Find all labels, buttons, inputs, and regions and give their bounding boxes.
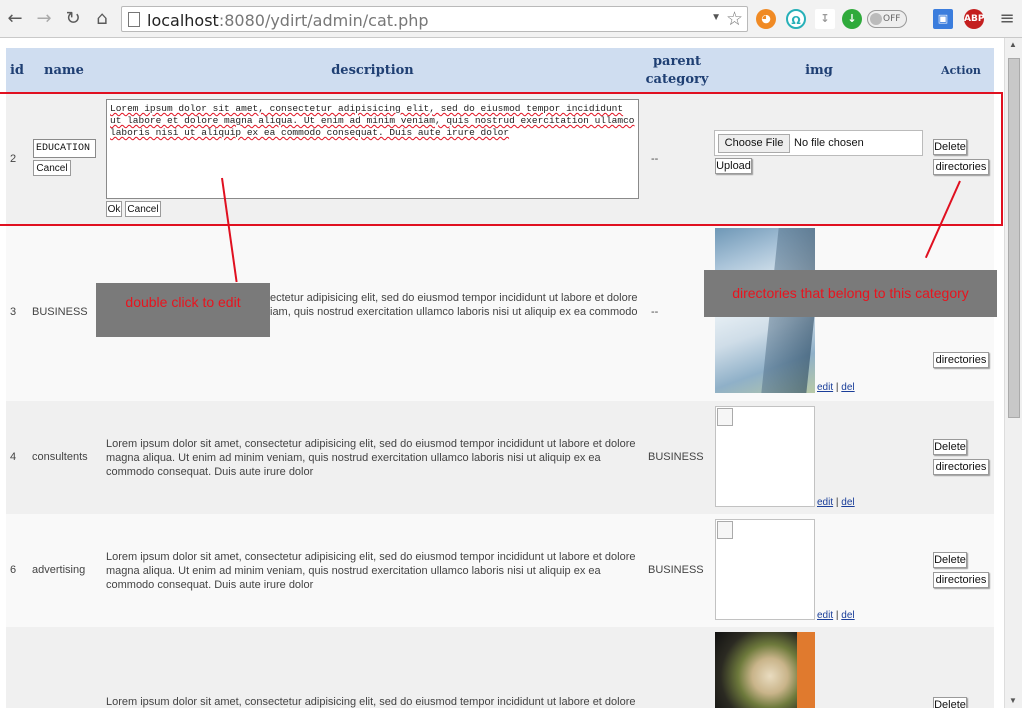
reload-icon[interactable]: ↻ (62, 8, 84, 30)
broken-image (715, 519, 815, 620)
directories-button[interactable]: directories (933, 572, 989, 588)
image-edit-links: edit | del (817, 382, 855, 393)
table-row: Lorem ipsum dolor sit amet, consectetur … (6, 627, 994, 708)
url-dropdown-icon[interactable]: ▼ (711, 12, 721, 23)
image-del-link[interactable]: del (841, 497, 854, 508)
table-header: id name description parent category img … (6, 48, 994, 93)
image-del-link[interactable]: del (841, 382, 854, 393)
home-icon[interactable]: ⌂ (91, 8, 113, 30)
image-edit-links: edit | del (817, 497, 855, 508)
row-name: BUSINESS (32, 306, 88, 318)
extension-pacman-icon[interactable]: ◕ (756, 9, 776, 29)
editing-row-highlight (0, 92, 1003, 226)
image-edit-links: edit | del (817, 610, 855, 621)
row-id: 3 (10, 306, 17, 318)
row-parent: -- (651, 306, 659, 318)
row-name: advertising (32, 564, 86, 576)
directories-button[interactable]: directories (933, 352, 989, 368)
row-parent: BUSINESS (648, 451, 704, 463)
row-parent: BUSINESS (648, 564, 704, 576)
delete-button[interactable]: Delete (933, 552, 967, 568)
address-bar[interactable]: localhost:8080/ydirt/admin/cat.php ▼ ☆ (121, 6, 748, 32)
category-image (715, 632, 815, 708)
header-parent-line2: category (645, 72, 709, 87)
row-description-line1: ectetur adipisicing elit, sed do eiusmod… (270, 292, 638, 304)
row-id: 6 (10, 564, 17, 576)
link-separator: | (835, 382, 839, 393)
page-icon (128, 12, 140, 27)
row-id: 4 (10, 451, 17, 463)
headphones-icon[interactable]: Ω (786, 9, 806, 29)
header-action: Action (941, 64, 981, 77)
directories-button[interactable]: directories (933, 459, 989, 475)
table-row: 6 advertising Lorem ipsum dolor sit amet… (6, 514, 994, 627)
link-separator: | (835, 610, 839, 621)
page-content: id name description parent category img … (0, 38, 1022, 708)
window-icon[interactable]: ▣ (933, 9, 953, 29)
table-row: 4 consultents Lorem ipsum dolor sit amet… (6, 401, 994, 514)
delete-button[interactable]: Delete (933, 439, 967, 455)
bookmark-star-icon[interactable]: ☆ (726, 8, 743, 30)
broken-image (715, 406, 815, 507)
row-description: Lorem ipsum dolor sit amet, consectetur … (106, 438, 636, 478)
header-img: img (805, 63, 833, 78)
download-icon[interactable]: ↧ (815, 9, 835, 29)
image-edit-link[interactable]: edit (817, 382, 833, 393)
back-icon[interactable]: ← (4, 8, 26, 30)
scrollbar-thumb[interactable] (1008, 58, 1020, 418)
header-name: name (44, 63, 84, 78)
menu-icon[interactable]: ≡ (996, 8, 1018, 30)
header-description: description (331, 63, 414, 78)
url-text: localhost:8080/ydirt/admin/cat.php (147, 11, 429, 30)
link-separator: | (835, 497, 839, 508)
browser-toolbar: ← → ↻ ⌂ localhost:8080/ydirt/admin/cat.p… (0, 0, 1022, 38)
scroll-down-icon[interactable]: ▼ (1009, 696, 1017, 705)
vertical-scrollbar[interactable]: ▲ ▼ (1004, 38, 1022, 708)
power-icon[interactable]: ↓ (842, 9, 862, 29)
row-description-line2: iam, quis nostrud exercitation ullamco l… (270, 306, 638, 318)
adblock-icon[interactable]: ABP (964, 9, 984, 29)
directories-callout: directories that belong to this category (704, 270, 997, 317)
header-parent-line1: parent (652, 54, 702, 69)
header-id: id (9, 63, 25, 78)
delete-button[interactable]: Delete (933, 697, 967, 708)
row-name: consultents (32, 451, 88, 463)
image-edit-link[interactable]: edit (817, 497, 833, 508)
row-description: Lorem ipsum dolor sit amet, consectetur … (106, 696, 636, 708)
image-edit-link[interactable]: edit (817, 610, 833, 621)
extension-toggle[interactable]: OFF (867, 10, 907, 28)
double-click-callout: double click to edit (96, 283, 270, 337)
row-description: Lorem ipsum dolor sit amet, consectetur … (106, 551, 636, 591)
image-del-link[interactable]: del (841, 610, 854, 621)
forward-icon[interactable]: → (33, 8, 55, 30)
scroll-up-icon[interactable]: ▲ (1009, 40, 1017, 49)
